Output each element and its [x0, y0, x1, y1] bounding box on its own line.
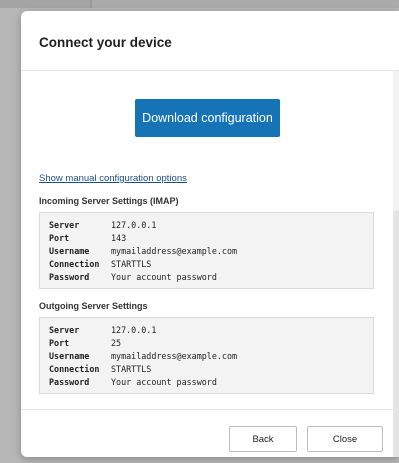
settings-key: Port [49, 233, 70, 243]
settings-key: Server [49, 325, 80, 335]
settings-key: Connection [49, 364, 100, 374]
download-configuration-button[interactable]: Download configuration [135, 99, 280, 137]
outgoing-settings-heading: Outgoing Server Settings [39, 301, 148, 311]
close-button[interactable]: Close [307, 426, 383, 452]
settings-key: Connection [49, 259, 100, 269]
settings-value: 127.0.0.1 [111, 325, 157, 335]
settings-key: Password [49, 272, 90, 282]
show-manual-configuration-link[interactable]: Show manual configuration options [39, 173, 187, 184]
settings-value: mymailaddress@example.com [111, 246, 238, 256]
background-segment [0, 0, 90, 8]
dialog-footer: Back Close [21, 409, 399, 457]
incoming-settings-box: Server 127.0.0.1 Port 143 Username mymai… [39, 212, 374, 289]
settings-value: Your account password [111, 272, 217, 282]
back-button[interactable]: Back [229, 426, 297, 452]
settings-value: mymailaddress@example.com [111, 351, 238, 361]
incoming-settings-heading: Incoming Server Settings (IMAP) [39, 196, 179, 206]
settings-value: 143 [111, 233, 127, 243]
connect-device-dialog: Connect your device Download configurati… [21, 11, 399, 457]
background-toolbar [0, 0, 399, 8]
settings-key: Password [49, 377, 90, 387]
settings-value: Your account password [111, 377, 217, 387]
dialog-title: Connect your device [39, 35, 172, 50]
settings-key: Server [49, 220, 80, 230]
settings-value: 25 [111, 338, 122, 348]
settings-value: STARTTLS [111, 259, 152, 269]
outgoing-settings-box: Server 127.0.0.1 Port 25 Username mymail… [39, 317, 374, 394]
dialog-header: Connect your device [21, 11, 399, 71]
settings-key: Username [49, 351, 90, 361]
settings-value: STARTTLS [111, 364, 152, 374]
background-segment [92, 0, 399, 8]
settings-key: Port [49, 338, 70, 348]
settings-key: Username [49, 246, 90, 256]
settings-value: 127.0.0.1 [111, 220, 157, 230]
scrollbar-track[interactable] [393, 71, 399, 457]
